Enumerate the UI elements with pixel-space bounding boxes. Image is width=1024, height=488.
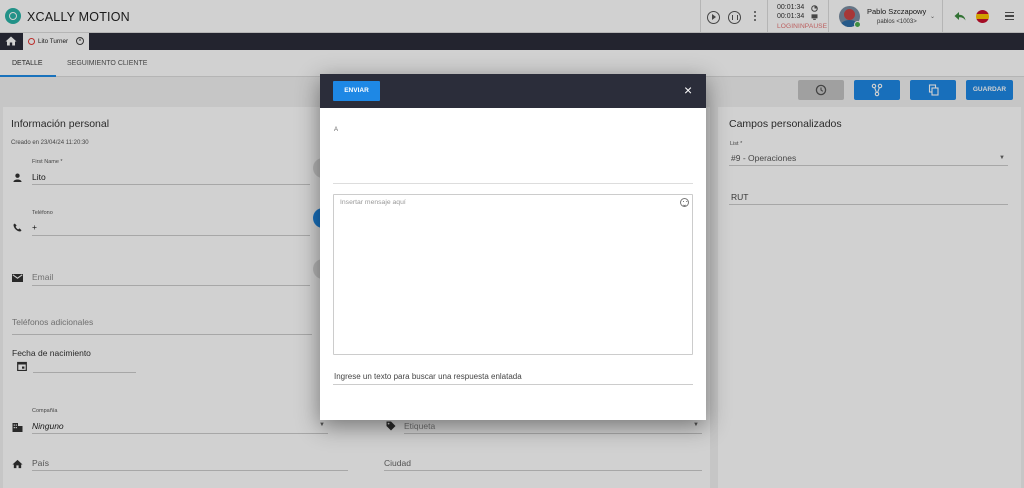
- app-window: XCALLY MOTION 00:01:34 00:01:34 LOGININP…: [0, 0, 1024, 488]
- emoji-icon[interactable]: [680, 198, 689, 207]
- canned-search-underline: [333, 384, 693, 385]
- message-placeholder: Insertar mensaje aquí: [340, 199, 406, 206]
- close-icon[interactable]: ×: [684, 83, 692, 97]
- canned-response-search[interactable]: Ingrese un texto para buscar una respues…: [334, 372, 522, 381]
- message-textarea[interactable]: [333, 194, 693, 355]
- send-button[interactable]: ENVIAR: [333, 81, 380, 101]
- recipient-label: A: [334, 127, 339, 133]
- recipient-field[interactable]: [333, 183, 693, 184]
